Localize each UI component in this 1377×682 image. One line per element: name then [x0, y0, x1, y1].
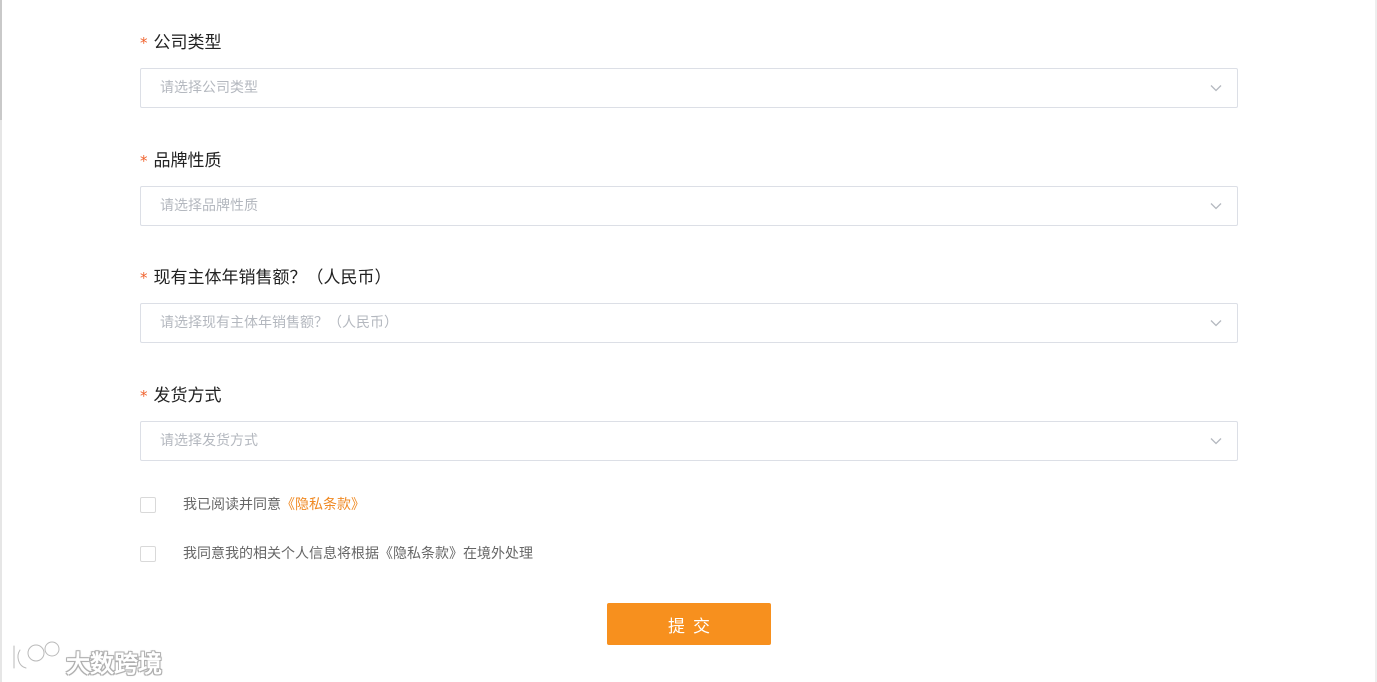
- required-mark: *: [140, 269, 148, 287]
- shipping-method-placeholder: 请选择发货方式: [160, 433, 258, 449]
- company-type-label: * 公司类型: [140, 33, 222, 53]
- privacy-policy-link[interactable]: 《隐私条款》: [281, 497, 365, 513]
- company-type-select[interactable]: 请选择公司类型: [140, 68, 1238, 108]
- shipping-method-label-text: 发货方式: [153, 386, 222, 406]
- privacy-agreement-checkbox[interactable]: [140, 497, 156, 513]
- brand-nature-select[interactable]: 请选择品牌性质: [140, 186, 1238, 226]
- brand-nature-placeholder: 请选择品牌性质: [160, 198, 258, 214]
- company-type-label-text: 公司类型: [153, 33, 222, 53]
- required-mark: *: [140, 152, 148, 170]
- page-left-border: [0, 0, 2, 682]
- privacy-agreement-text: 我已阅读并同意《隐私条款》: [183, 496, 365, 514]
- shipping-method-label: * 发货方式: [140, 386, 222, 406]
- annual-sales-select[interactable]: 请选择现有主体年销售额？（人民币）: [140, 303, 1238, 343]
- company-type-placeholder: 请选择公司类型: [160, 80, 258, 96]
- privacy-agreement-label: 我已阅读并同意: [183, 497, 281, 513]
- required-mark: *: [140, 387, 148, 405]
- annual-sales-label-text: 现有主体年销售额？（人民币）: [153, 268, 392, 288]
- required-mark: *: [140, 34, 148, 52]
- annual-sales-label: * 现有主体年销售额？（人民币）: [140, 268, 392, 288]
- chevron-down-icon: [1210, 203, 1222, 210]
- watermark-text: 大数跨境: [66, 650, 162, 678]
- brand-nature-label: * 品牌性质: [140, 151, 222, 171]
- chevron-down-icon: [1210, 320, 1222, 327]
- shipping-method-select[interactable]: 请选择发货方式: [140, 421, 1238, 461]
- chevron-down-icon: [1210, 438, 1222, 445]
- annual-sales-placeholder: 请选择现有主体年销售额？（人民币）: [160, 315, 398, 331]
- cross-border-consent-text: 我同意我的相关个人信息将根据《隐私条款》在境外处理: [183, 546, 533, 562]
- brand-logo-icon: [12, 640, 61, 670]
- scroll-indicator: [0, 0, 2, 120]
- chevron-down-icon: [1210, 85, 1222, 92]
- cross-border-consent-checkbox[interactable]: [140, 546, 156, 562]
- brand-nature-label-text: 品牌性质: [153, 151, 222, 171]
- submit-button[interactable]: 提交: [607, 603, 771, 645]
